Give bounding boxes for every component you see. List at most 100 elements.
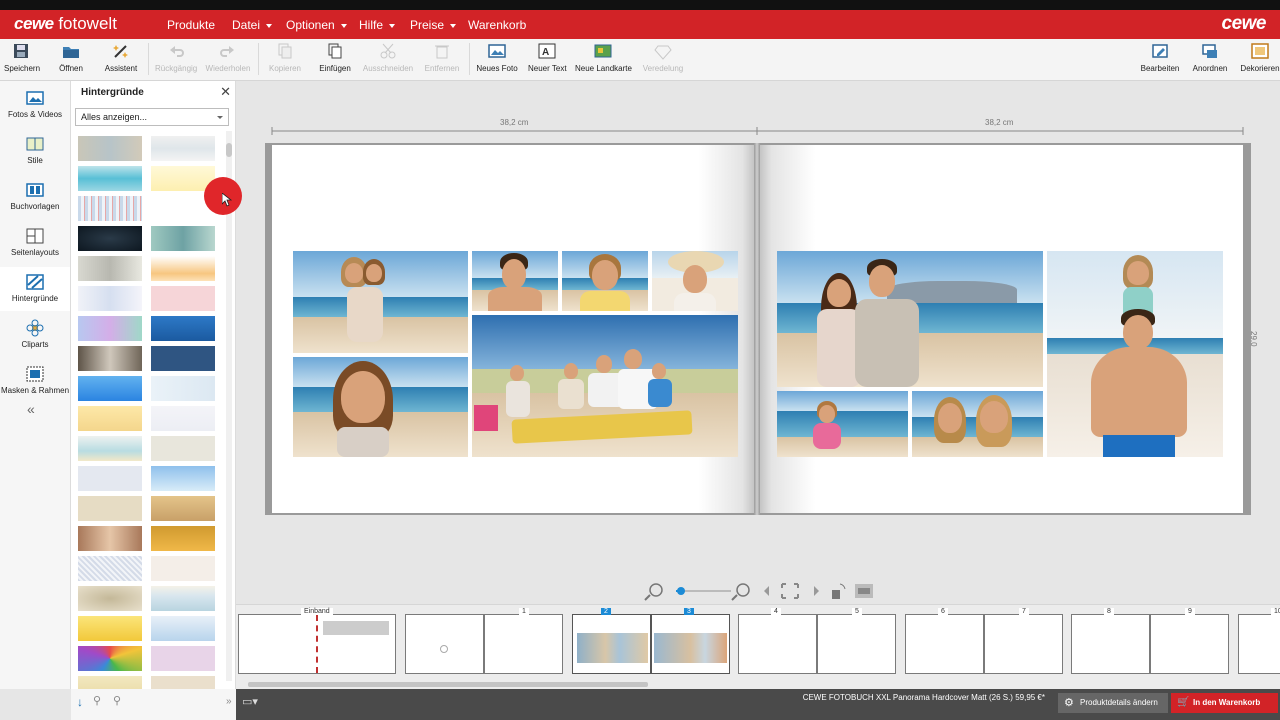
page-thumbnail-1[interactable]: 1 bbox=[484, 608, 563, 674]
background-thumbnail[interactable] bbox=[78, 616, 142, 641]
zoom-slider-handle[interactable] bbox=[677, 587, 685, 595]
background-thumbnail[interactable] bbox=[151, 226, 215, 251]
background-thumbnail[interactable] bbox=[151, 586, 215, 611]
menu-optionen[interactable]: Optionen bbox=[286, 10, 347, 39]
background-thumbnail[interactable] bbox=[151, 406, 215, 431]
left-page[interactable] bbox=[272, 145, 757, 513]
cover-thumbnail[interactable]: Einband bbox=[238, 608, 396, 674]
sidebar-item-cliparts[interactable]: Cliparts bbox=[0, 313, 70, 357]
sidebar-item-page-layouts[interactable]: Seitenlayouts bbox=[0, 221, 70, 265]
right-page[interactable] bbox=[757, 145, 1243, 513]
page-thumbnail-10[interactable]: 10 bbox=[1238, 608, 1280, 674]
background-thumbnail[interactable] bbox=[151, 556, 215, 581]
page-thumbnail-2[interactable]: 2 bbox=[572, 608, 651, 674]
refine-button[interactable]: Veredelung bbox=[642, 42, 684, 73]
page-thumbnail-8[interactable]: 8 bbox=[1071, 608, 1150, 674]
page-thumbnail-3[interactable]: 3 bbox=[651, 608, 730, 674]
zoom-out-icon[interactable] bbox=[644, 583, 663, 601]
redo-button[interactable]: Wiederholen bbox=[205, 42, 251, 73]
background-thumbnail[interactable] bbox=[151, 136, 215, 161]
download-icon[interactable]: ↓ bbox=[77, 695, 83, 709]
background-thumbnail[interactable] bbox=[78, 556, 142, 581]
photo-woman-sunhat[interactable] bbox=[652, 251, 738, 311]
sidebar-item-backgrounds[interactable]: Hintergründe bbox=[0, 267, 70, 311]
collapse-sidebar-icon[interactable]: « bbox=[27, 401, 35, 417]
zoom-out-thumbnails-icon[interactable]: ⚲ bbox=[93, 694, 101, 707]
background-thumbnail[interactable] bbox=[78, 136, 142, 161]
background-thumbnail[interactable] bbox=[151, 526, 215, 551]
expand-icon[interactable]: » bbox=[226, 696, 232, 707]
photo-man-portrait[interactable] bbox=[472, 251, 558, 311]
new-text-button[interactable]: A Neuer Text bbox=[528, 42, 567, 73]
background-thumbnail[interactable] bbox=[151, 616, 215, 641]
menu-produkte[interactable]: Produkte bbox=[167, 10, 215, 39]
paste-button[interactable]: Einfügen bbox=[317, 42, 353, 73]
background-thumbnail[interactable] bbox=[151, 676, 215, 689]
background-thumbnail[interactable] bbox=[78, 646, 142, 671]
background-thumbnail[interactable] bbox=[78, 256, 142, 281]
new-photo-button[interactable]: Neues Foto bbox=[476, 42, 518, 73]
background-thumbnail[interactable] bbox=[151, 346, 215, 371]
background-thumbnail[interactable] bbox=[78, 436, 142, 461]
background-thumbnail[interactable] bbox=[151, 376, 215, 401]
background-thumbnail[interactable] bbox=[78, 316, 142, 341]
open-button[interactable]: Öffnen bbox=[56, 42, 86, 73]
photo-family-picnic[interactable] bbox=[472, 315, 738, 457]
edit-button[interactable]: Bearbeiten bbox=[1140, 42, 1180, 73]
menu-preise[interactable]: Preise bbox=[410, 10, 457, 39]
background-thumbnail[interactable] bbox=[78, 586, 142, 611]
new-map-button[interactable]: Neue Landkarte bbox=[575, 42, 632, 73]
undo-button[interactable]: Rückgängig bbox=[155, 42, 197, 73]
photo-boy-portrait[interactable] bbox=[562, 251, 648, 311]
background-thumbnail[interactable] bbox=[78, 166, 142, 191]
assistant-button[interactable]: Assistent bbox=[104, 42, 138, 73]
decorate-button[interactable]: Dekorieren bbox=[1240, 42, 1280, 73]
background-thumbnail[interactable] bbox=[151, 646, 215, 671]
page-thumbnail-4[interactable]: 4 bbox=[738, 608, 817, 674]
photo-mother-daughter-beach[interactable] bbox=[293, 251, 468, 353]
next-page-icon[interactable] bbox=[814, 586, 819, 596]
background-thumbnail[interactable] bbox=[151, 256, 215, 281]
photo-girl-playing-water[interactable] bbox=[777, 391, 908, 457]
sidebar-item-styles[interactable]: Stile bbox=[0, 129, 70, 173]
background-thumbnail[interactable] bbox=[78, 196, 142, 221]
previous-page-icon[interactable] bbox=[764, 586, 769, 596]
remove-button[interactable]: Entfernen bbox=[422, 42, 462, 73]
photo-girl-portrait[interactable] bbox=[293, 357, 468, 457]
zoom-in-thumbnails-icon[interactable]: ⚲ bbox=[113, 694, 121, 707]
cut-button[interactable]: Ausschneiden bbox=[362, 42, 414, 73]
sidebar-item-masks[interactable]: Masken & Rahmen bbox=[0, 359, 70, 403]
add-to-cart-button[interactable]: 🛒 In den Warenkorb bbox=[1171, 693, 1278, 713]
menu-hilfe[interactable]: Hilfe bbox=[359, 10, 396, 39]
zoom-in-icon[interactable] bbox=[731, 583, 750, 601]
sidebar-item-book-templates[interactable]: Buchvorlagen bbox=[0, 175, 70, 219]
filter-select[interactable]: Alles anzeigen... bbox=[75, 108, 229, 126]
copy-button[interactable]: Kopieren bbox=[266, 42, 304, 73]
background-thumbnail[interactable] bbox=[78, 466, 142, 491]
background-thumbnail[interactable] bbox=[78, 526, 142, 551]
background-thumbnail[interactable] bbox=[78, 496, 142, 521]
photo-father-daughter-shoulders[interactable] bbox=[1047, 251, 1223, 457]
sidebar-item-photos[interactable]: Fotos & Videos bbox=[0, 83, 70, 127]
background-thumbnail[interactable] bbox=[78, 376, 142, 401]
page-thumbnail-blank[interactable] bbox=[405, 614, 484, 674]
product-details-button[interactable]: ⚙ Produktdetails ändern bbox=[1058, 693, 1168, 713]
arrange-button[interactable]: Anordnen bbox=[1191, 42, 1229, 73]
page-thumbnail-7[interactable]: 7 bbox=[984, 608, 1063, 674]
background-thumbnail[interactable] bbox=[151, 496, 215, 521]
page-thumbnail-6[interactable]: 6 bbox=[905, 608, 984, 674]
background-thumbnail[interactable] bbox=[78, 226, 142, 251]
background-thumbnail[interactable] bbox=[78, 346, 142, 371]
rotate-view-icon[interactable] bbox=[832, 583, 846, 599]
save-button[interactable]: Speichern bbox=[4, 42, 40, 73]
photo-couple-beach[interactable] bbox=[777, 251, 1043, 387]
background-thumbnail[interactable] bbox=[151, 316, 215, 341]
background-thumbnail[interactable] bbox=[151, 286, 215, 311]
menu-datei[interactable]: Datei bbox=[232, 10, 273, 39]
background-thumbnail[interactable] bbox=[78, 676, 142, 689]
page-thumbnail-5[interactable]: 5 bbox=[817, 608, 896, 674]
menu-warenkorb[interactable]: Warenkorb bbox=[468, 10, 526, 39]
page-view-icon[interactable]: ▭▾ bbox=[242, 695, 258, 708]
background-thumbnail[interactable] bbox=[78, 406, 142, 431]
page-thumbnail-9[interactable]: 9 bbox=[1150, 608, 1229, 674]
